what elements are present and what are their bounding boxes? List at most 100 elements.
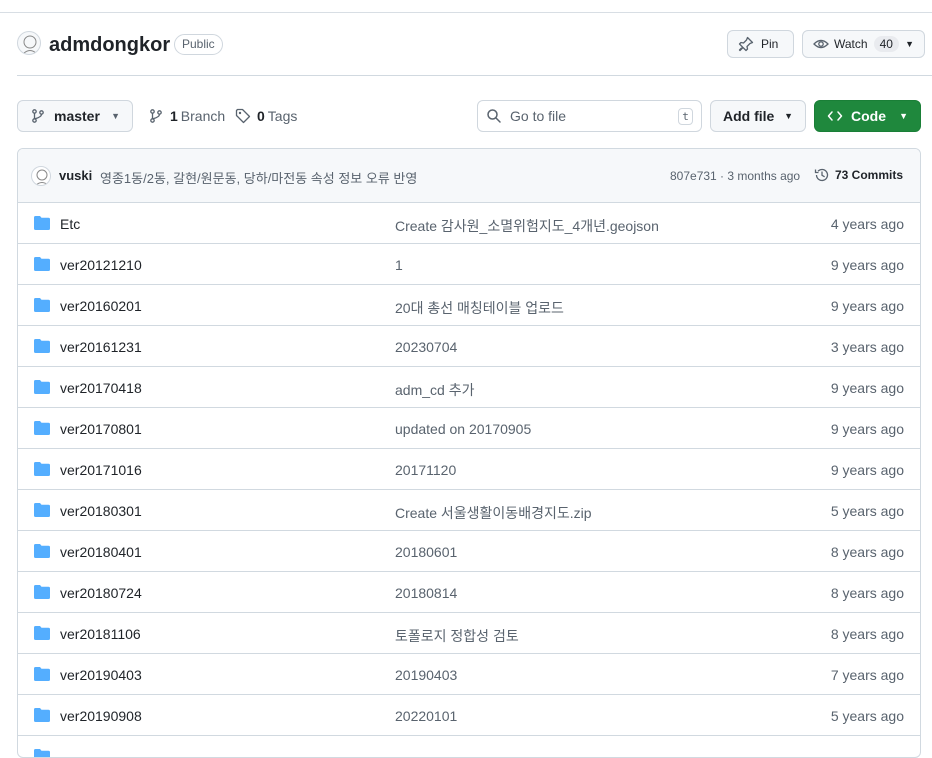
file-age: 5 years ago — [830, 708, 904, 724]
table-row[interactable]: ver20170418 adm_cd 추가 9 years ago — [18, 367, 920, 408]
repo-toolbar: master ▼ 1 Branch 0 Tags Go to file t Ad… — [17, 100, 921, 133]
file-commit-message[interactable]: 20230704 — [395, 339, 457, 355]
file-rows: Etc Create 감사원_소멸위험지도_4개년.geojson 4 year… — [18, 203, 920, 757]
folder-icon — [34, 380, 50, 394]
folder-icon — [34, 421, 50, 435]
file-commit-message[interactable]: 20180814 — [395, 585, 457, 601]
table-row[interactable]: ver20180724 20180814 8 years ago — [18, 572, 920, 613]
file-commit-message[interactable]: 20190403 — [395, 667, 457, 683]
author-avatar[interactable] — [31, 166, 51, 186]
table-row[interactable]: Etc Create 감사원_소멸위험지도_4개년.geojson 4 year… — [18, 203, 920, 244]
commit-hash-time[interactable]: 807e731 · 3 months ago — [670, 169, 800, 183]
repo-name[interactable]: admdongkor — [49, 32, 170, 58]
watch-label: Watch — [834, 37, 868, 51]
file-commit-message[interactable]: updated on 20170905 — [395, 421, 531, 437]
folder-icon — [34, 216, 50, 230]
chevron-down-icon: ▼ — [784, 111, 793, 121]
table-row[interactable]: ver20121210 1 9 years ago — [18, 244, 920, 285]
chevron-down-icon: ▼ — [111, 111, 120, 121]
branch-icon — [30, 108, 46, 124]
folder-icon — [34, 626, 50, 640]
file-commit-message[interactable]: 1 — [395, 257, 403, 273]
table-row[interactable]: ver20190403 20190403 7 years ago — [18, 654, 920, 695]
code-label: Code — [851, 108, 886, 124]
add-file-label: Add file — [723, 108, 775, 124]
file-name[interactable]: ver20180301 — [60, 503, 142, 519]
file-commit-message[interactable]: 20220101 — [395, 708, 457, 724]
file-name[interactable]: ver20171016 — [60, 462, 142, 478]
file-commit-message[interactable]: 토폴로지 정합성 검토 — [395, 626, 519, 646]
latest-commit-bar: vuski 영종1동/2동, 갈현/원문동, 당하/마전동 속성 정보 오류 반… — [18, 149, 920, 203]
file-name[interactable]: ver20170418 — [60, 380, 142, 396]
table-row[interactable]: ver20161231 20230704 3 years ago — [18, 326, 920, 367]
tag-icon — [235, 108, 251, 124]
commits-count-label: 73 Commits — [835, 168, 904, 182]
add-file-button[interactable]: Add file ▼ — [710, 100, 806, 132]
file-age: 8 years ago — [830, 626, 904, 642]
file-name[interactable]: ver20121210 — [60, 257, 142, 273]
branch-selector[interactable]: master ▼ — [17, 100, 133, 132]
file-age: 4 years ago — [830, 216, 904, 232]
table-row[interactable]: ver20190908 20220101 5 years ago — [18, 695, 920, 736]
folder-icon — [34, 708, 50, 722]
file-name[interactable]: ver20170801 — [60, 421, 142, 437]
file-commit-message[interactable]: adm_cd 추가 — [395, 380, 474, 400]
file-name[interactable]: ver20181106 — [60, 626, 141, 642]
folder-icon — [34, 298, 50, 312]
file-commit-message[interactable]: 20대 총선 매칭테이블 업로드 — [395, 298, 564, 318]
table-row[interactable]: ver20180301 Create 서울생활이동배경지도.zip 5 year… — [18, 490, 920, 531]
file-name[interactable]: ver20160201 — [60, 298, 142, 314]
commit-author[interactable]: vuski — [59, 168, 92, 183]
file-age: 9 years ago — [830, 462, 904, 478]
tags-link[interactable]: 0 Tags — [235, 108, 297, 124]
visibility-badge: Public — [174, 34, 223, 55]
branch-name: master — [54, 108, 100, 124]
table-row[interactable]: ver20171016 20171120 9 years ago — [18, 449, 920, 490]
commit-message[interactable]: 영종1동/2동, 갈현/원문동, 당하/마전동 속성 정보 오류 반영 — [100, 168, 417, 187]
file-commit-message[interactable]: Create 서울생활이동배경지도.zip — [395, 503, 592, 523]
branch-label: Branch — [180, 108, 226, 124]
commits-link[interactable]: 73 Commits — [814, 167, 903, 183]
tag-label: Tags — [267, 108, 298, 124]
file-name[interactable]: ver20180401 — [60, 544, 142, 560]
table-row[interactable]: ver20180401 20180601 8 years ago — [18, 531, 920, 572]
file-commit-message[interactable]: 20171120 — [395, 462, 456, 478]
code-button[interactable]: Code ▼ — [814, 100, 921, 132]
header-divider — [17, 75, 932, 76]
folder-icon — [34, 462, 50, 476]
tag-count: 0 — [257, 108, 265, 124]
file-age: 3 years ago — [830, 339, 904, 355]
file-age: 9 years ago — [830, 421, 904, 437]
search-placeholder: Go to file — [510, 108, 567, 124]
file-age: 5 years ago — [830, 503, 904, 519]
owner-avatar[interactable] — [17, 31, 41, 55]
pin-icon — [738, 36, 754, 52]
eye-icon — [813, 36, 829, 52]
file-list: vuski 영종1동/2동, 갈현/원문동, 당하/마전동 속성 정보 오류 반… — [17, 148, 921, 758]
history-icon — [814, 167, 830, 183]
pin-button[interactable]: Pin — [727, 30, 794, 58]
file-name[interactable]: Etc — [60, 216, 80, 232]
branch-icon — [148, 108, 164, 124]
file-commit-message[interactable]: Create 감사원_소멸위험지도_4개년.geojson — [395, 216, 659, 236]
file-name[interactable]: ver20190908 — [60, 708, 142, 724]
file-age: 9 years ago — [830, 257, 904, 273]
file-age: 8 years ago — [830, 585, 904, 601]
file-age: 9 years ago — [830, 298, 904, 314]
go-to-file-input[interactable]: Go to file t — [477, 100, 702, 132]
table-row[interactable] — [18, 736, 920, 757]
branches-link[interactable]: 1 Branch — [148, 108, 225, 124]
table-row[interactable]: ver20181106 토폴로지 정합성 검토 8 years ago — [18, 613, 920, 654]
folder-icon — [34, 503, 50, 517]
code-icon — [827, 108, 843, 124]
table-row[interactable]: ver20170801 updated on 20170905 9 years … — [18, 408, 920, 449]
watch-button[interactable]: Watch 40 ▼ — [802, 30, 925, 58]
file-age: 9 years ago — [830, 380, 904, 396]
table-row[interactable]: ver20160201 20대 총선 매칭테이블 업로드 9 years ago — [18, 285, 920, 326]
file-name[interactable]: ver20180724 — [60, 585, 142, 601]
branch-count: 1 — [170, 108, 178, 124]
file-name[interactable]: ver20161231 — [60, 339, 142, 355]
file-commit-message[interactable]: 20180601 — [395, 544, 457, 560]
file-name[interactable]: ver20190403 — [60, 667, 142, 683]
chevron-down-icon[interactable]: ▼ — [905, 39, 914, 49]
